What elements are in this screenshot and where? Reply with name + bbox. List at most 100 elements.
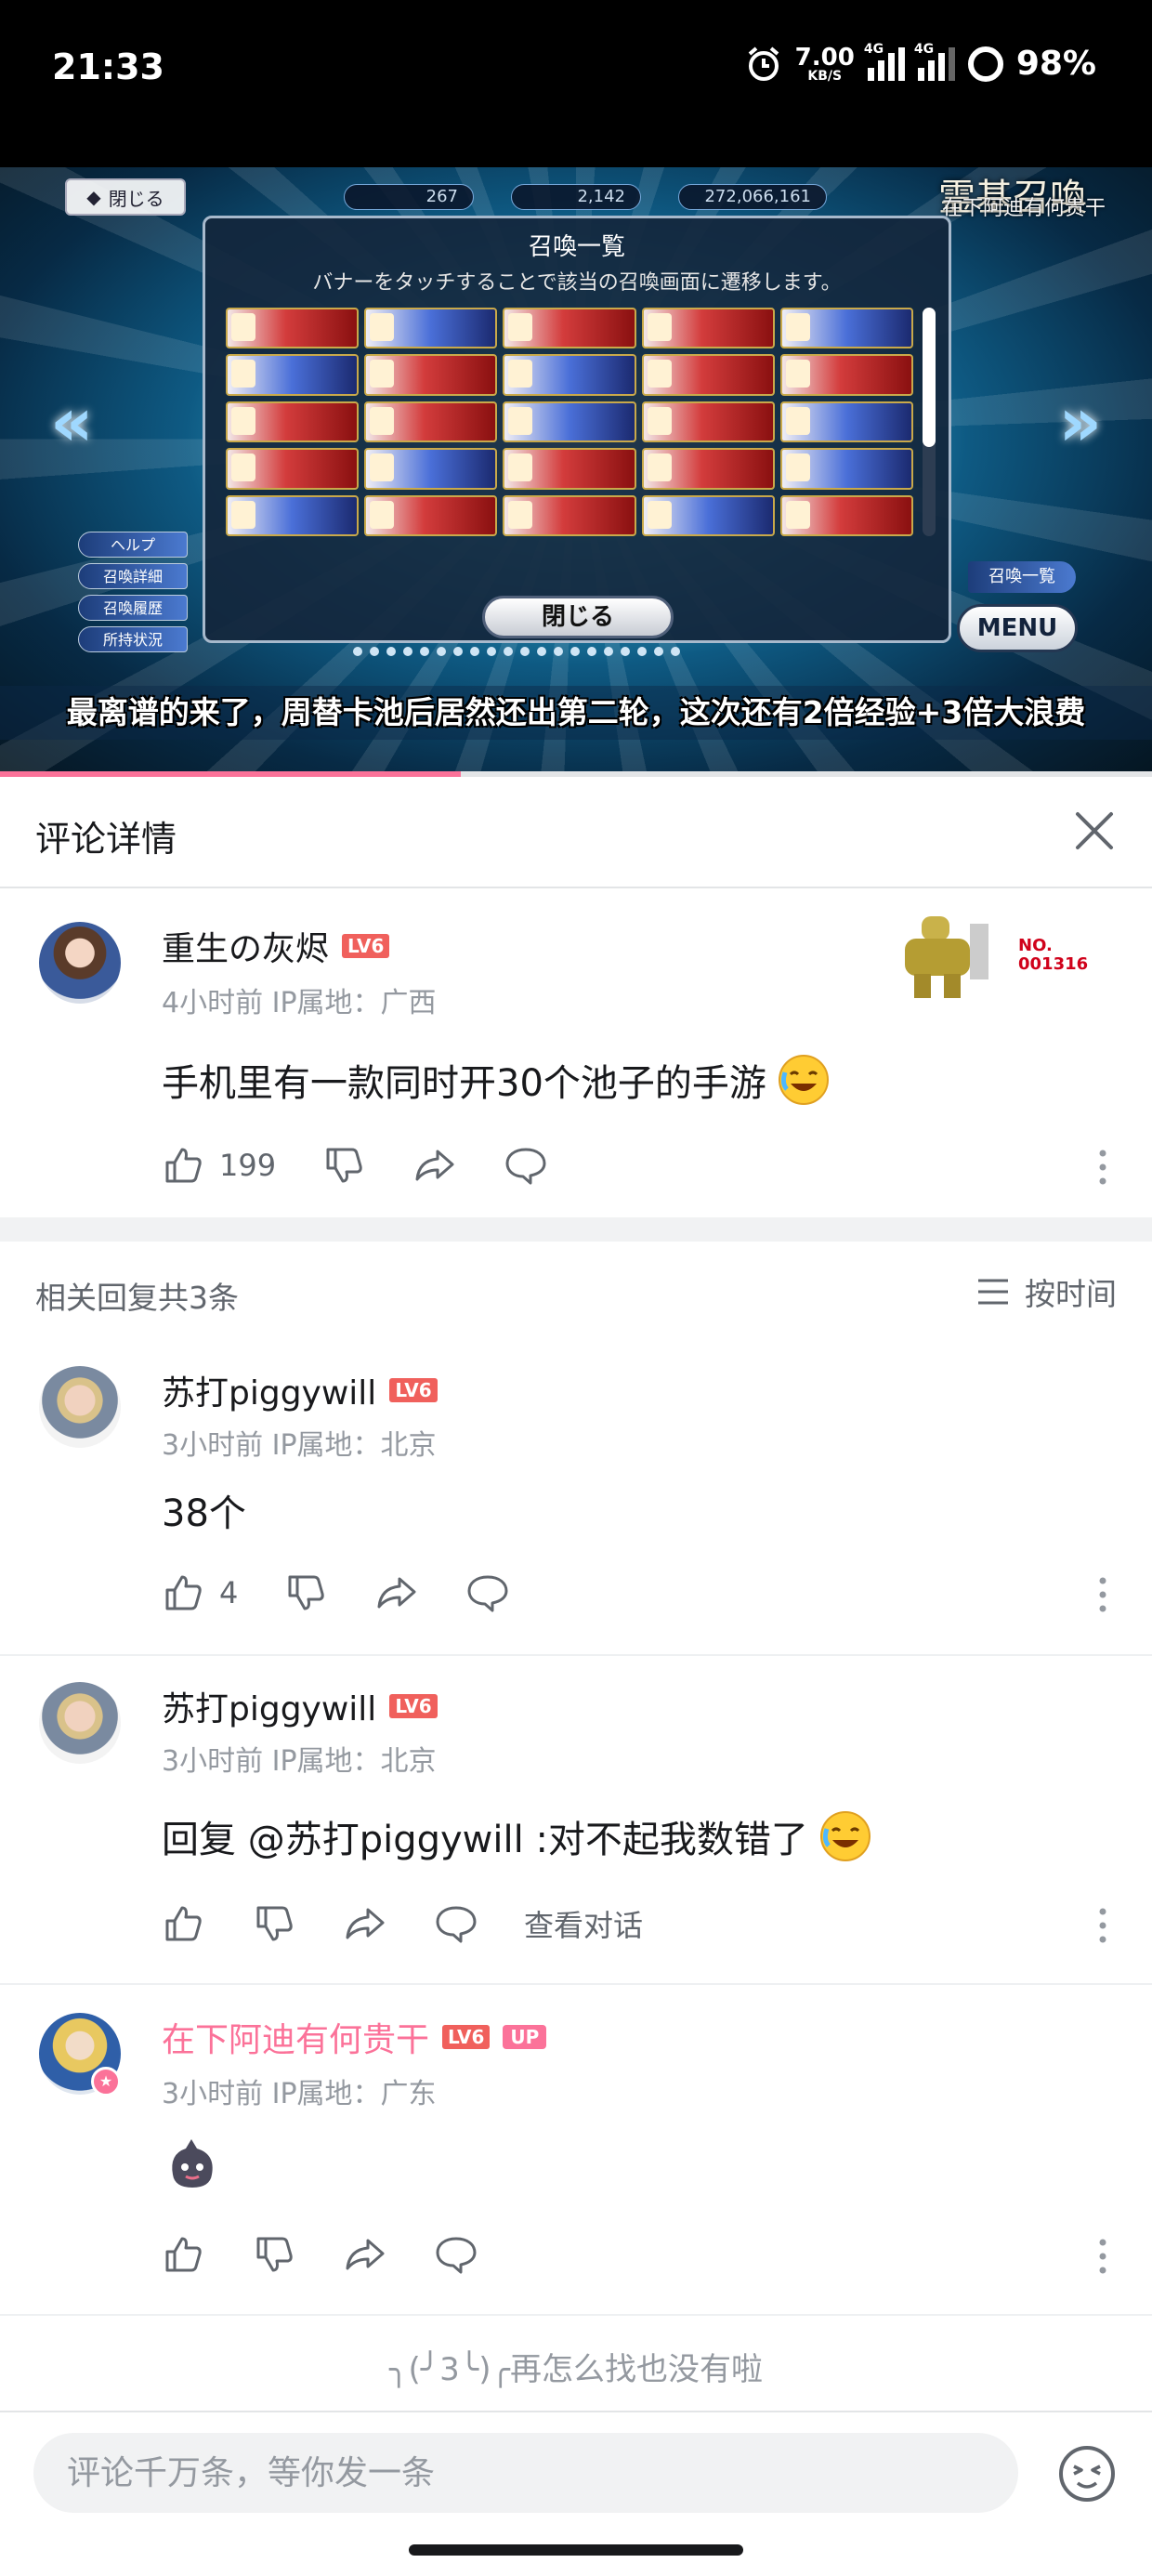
share-button[interactable] xyxy=(412,1142,458,1189)
sticker-icon xyxy=(172,2139,213,2188)
username-text: 重生の灰烬 xyxy=(162,930,330,968)
reply-button[interactable] xyxy=(433,2231,479,2278)
share-icon xyxy=(346,1908,385,1939)
comment-username[interactable]: 重生の灰烬 LV6 xyxy=(162,922,390,970)
comment-text: 手机里有一款同时开30个池子的手游 xyxy=(162,1052,831,1108)
back-diamond-icon: ◆ xyxy=(86,186,101,208)
avatar[interactable] xyxy=(39,922,121,1004)
banner-thumb xyxy=(503,494,636,536)
banner-thumb xyxy=(503,308,636,349)
game-counter-2: 2,142 xyxy=(511,184,641,210)
more-vertical-icon[interactable] xyxy=(1098,2238,1107,2275)
username-text: 苏打piggywill xyxy=(162,1374,377,1413)
avatar[interactable] xyxy=(39,1682,121,1764)
status-time: 21:33 xyxy=(52,46,164,87)
reply-button[interactable] xyxy=(433,1900,479,1947)
battery-percent: 98% xyxy=(1015,45,1096,83)
share-icon xyxy=(415,1150,454,1181)
dislike-button[interactable] xyxy=(251,1900,297,1947)
reply-button[interactable] xyxy=(465,1570,511,1616)
banner-thumb xyxy=(364,308,498,349)
banner-thumb xyxy=(641,308,775,349)
comment-text-content: 回复 @苏打piggywill :对不起我数错了 xyxy=(162,1819,808,1861)
banner-thumb xyxy=(364,494,498,536)
game-counter-1: 267 xyxy=(344,184,474,210)
comment-bubble-icon xyxy=(436,1906,477,1943)
username-text: 在下阿迪有何贵干 xyxy=(162,2021,430,2059)
like-button[interactable] xyxy=(160,2231,206,2278)
comment-text xyxy=(162,2134,223,2195)
more-vertical-icon[interactable] xyxy=(1098,1149,1107,1186)
comment-actions: 199 xyxy=(160,1139,1107,1191)
panel-title: 召喚一覧 xyxy=(528,233,625,261)
share-button[interactable] xyxy=(342,1900,388,1947)
game-close-button: ◆ 閉じる xyxy=(65,178,186,216)
game-summon-list-button: 召喚一覧 xyxy=(968,561,1076,593)
end-of-list-text: ╮(╯3╰)╭再怎么找也没有啦 xyxy=(388,2351,764,2388)
battery-icon xyxy=(967,46,1003,82)
share-button[interactable] xyxy=(342,2231,388,2278)
banner-thumb xyxy=(641,354,775,396)
dislike-button[interactable] xyxy=(251,2231,297,2278)
comment-username[interactable]: 苏打piggywill LV6 xyxy=(162,1682,438,1730)
banner-thumb xyxy=(364,448,498,490)
thumbs-up-icon xyxy=(165,1148,202,1183)
banner-thumb xyxy=(503,354,636,396)
like-button[interactable] xyxy=(160,1900,206,1947)
game-menu-item: 所持状況 xyxy=(78,626,188,652)
comment-username[interactable]: 在下阿迪有何贵干 LV6 UP xyxy=(162,2013,547,2061)
close-icon[interactable] xyxy=(1068,805,1120,857)
dislike-button[interactable] xyxy=(282,1570,329,1616)
banner-thumb xyxy=(641,494,775,536)
sort-toggle[interactable]: 按时间 xyxy=(975,1269,1117,1314)
banner-thumb xyxy=(364,401,498,443)
comment-username[interactable]: 苏打piggywill LV6 xyxy=(162,1366,438,1414)
thumbs-up-icon xyxy=(165,1575,202,1610)
comment-actions: 4 xyxy=(160,1567,1107,1619)
level-badge: LV6 xyxy=(342,934,390,958)
banner-thumb xyxy=(226,354,360,396)
more-vertical-icon[interactable] xyxy=(1098,1907,1107,1944)
comment-bubble-icon xyxy=(436,2237,477,2274)
comment-text-content: 38个 xyxy=(162,1492,246,1535)
up-verified-icon: ★ xyxy=(91,2067,121,2096)
comment-meta: 4小时前 IP属地：广西 xyxy=(162,987,437,1019)
video-player[interactable]: ◆ 閉じる 267 2,142 272,066,161 霊基召喚 在下阿迪有何贵… xyxy=(0,167,1152,771)
reply-item: 苏打piggywill LV6 3小时前 IP属地：北京 38个 4 xyxy=(0,1344,1152,1654)
comment-meta: 3小时前 IP属地：北京 xyxy=(162,1429,437,1462)
more-vertical-icon[interactable] xyxy=(1098,1576,1107,1613)
comment-input[interactable] xyxy=(33,2433,1018,2513)
thumbs-down-icon xyxy=(256,2237,293,2272)
avatar[interactable] xyxy=(39,1366,121,1448)
comment-input-bar xyxy=(0,2411,1152,2576)
view-dialog-link[interactable]: 查看对话 xyxy=(524,1902,643,1945)
dislike-button[interactable] xyxy=(321,1142,367,1189)
banner-thumb xyxy=(364,354,498,396)
chevrons-left-icon: « xyxy=(50,383,94,461)
like-button[interactable]: 199 xyxy=(160,1142,276,1189)
reply-button[interactable] xyxy=(503,1142,549,1189)
sort-label: 按时间 xyxy=(1025,1276,1117,1312)
level-badge: LV6 xyxy=(442,2025,491,2049)
game-menu-item: 召喚履歴 xyxy=(78,595,188,621)
like-button[interactable]: 4 xyxy=(160,1570,238,1616)
banner-thumb xyxy=(779,401,913,443)
alarm-icon xyxy=(748,46,779,81)
banner-thumb xyxy=(503,401,636,443)
comment-bubble-icon xyxy=(467,1575,508,1612)
emoji-icon[interactable] xyxy=(1057,2444,1117,2504)
panel-close-button: 閉じる xyxy=(482,596,674,638)
sim2-label: 4G xyxy=(913,41,935,57)
share-icon xyxy=(346,2239,385,2270)
section-separator xyxy=(0,1217,1152,1242)
banner-thumb xyxy=(641,448,775,490)
game-menu-item: 召喚詳細 xyxy=(78,563,188,589)
banner-thumb xyxy=(226,448,360,490)
fan-badge-id: 001316 xyxy=(1018,954,1089,974)
share-button[interactable] xyxy=(373,1570,420,1616)
banner-thumb xyxy=(503,448,636,490)
thumbs-down-icon xyxy=(256,1906,293,1941)
reply-item: 苏打piggywill LV6 3小时前 IP属地：北京 回复 @苏打piggy… xyxy=(0,1656,1152,1985)
comment-actions xyxy=(160,2228,1107,2280)
net-speed-unit: KB/S xyxy=(807,68,843,84)
